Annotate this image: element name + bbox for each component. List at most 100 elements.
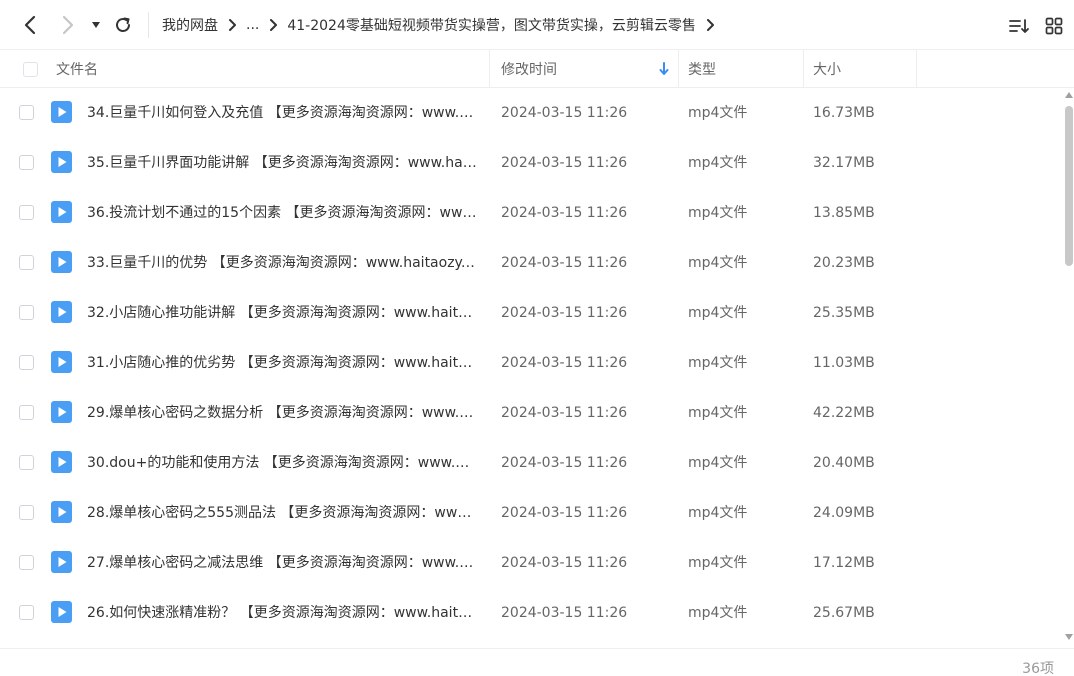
- file-row[interactable]: 29.爆单核心密码之数据分析 【更多资源海淘资源网：www.haitaozy.c…: [0, 388, 1062, 438]
- video-file-icon: [51, 301, 72, 323]
- row-checkbox[interactable]: [19, 605, 34, 620]
- select-all-checkbox[interactable]: [23, 61, 38, 77]
- file-type: mp4文件: [688, 205, 748, 221]
- column-divider: [489, 50, 490, 88]
- file-modified-date: 2024-03-15 11:26: [501, 305, 628, 321]
- item-count: 36项: [1022, 661, 1054, 676]
- file-name[interactable]: 35.巨量千川界面功能讲解 【更多资源海淘资源网：www.haitaozy.co…: [87, 138, 477, 188]
- file-name[interactable]: 33.巨量千川的优势 【更多资源海淘资源网：www.haitaozy.com】.…: [87, 238, 477, 288]
- row-checkbox[interactable]: [19, 455, 34, 470]
- row-checkbox[interactable]: [19, 105, 34, 120]
- file-name[interactable]: 29.爆单核心密码之数据分析 【更多资源海淘资源网：www.haitaozy.c…: [87, 388, 477, 438]
- file-type: mp4文件: [688, 155, 748, 171]
- sort-direction-icon: [659, 50, 669, 88]
- back-button[interactable]: [18, 13, 42, 37]
- file-row[interactable]: 26.如何快速涨精准粉？ 【更多资源海淘资源网：www.haitaozy.com…: [0, 588, 1062, 638]
- row-checkbox[interactable]: [19, 405, 34, 420]
- file-size: 25.35MB: [813, 305, 875, 321]
- video-file-icon: [51, 551, 72, 573]
- file-size: 13.85MB: [813, 205, 875, 221]
- file-row[interactable]: 35.巨量千川界面功能讲解 【更多资源海淘资源网：www.haitaozy.co…: [0, 138, 1062, 188]
- file-type: mp4文件: [688, 455, 748, 471]
- file-modified-date: 2024-03-15 11:26: [501, 605, 628, 621]
- column-header-size[interactable]: 大小: [813, 50, 841, 88]
- breadcrumb: 我的网盘 ... 41-2024零基础短视频带货实操营，图文带货实操，云剪辑云零…: [162, 14, 724, 36]
- caret-down-icon: [92, 22, 100, 28]
- video-file-icon: [51, 451, 72, 473]
- row-checkbox[interactable]: [19, 255, 34, 270]
- file-size: 25.67MB: [813, 605, 875, 621]
- column-divider: [803, 50, 804, 88]
- file-type: mp4文件: [688, 105, 748, 121]
- vertical-scrollbar[interactable]: [1064, 92, 1074, 640]
- file-size: 11.03MB: [813, 355, 875, 371]
- breadcrumb-separator-icon: [269, 19, 278, 31]
- file-row[interactable]: 34.巨量千川如何登入及充值 【更多资源海淘资源网：www.haitaozy.c…: [0, 88, 1062, 138]
- video-file-icon: [51, 501, 72, 523]
- file-name[interactable]: 28.爆单核心密码之555测品法 【更多资源海淘资源网：www.haitaozy…: [87, 488, 477, 538]
- breadcrumb-root[interactable]: 我的网盘: [162, 15, 218, 35]
- file-modified-date: 2024-03-15 11:26: [501, 405, 628, 421]
- file-size: 20.40MB: [813, 455, 875, 471]
- file-size: 16.73MB: [813, 105, 875, 121]
- chevron-left-icon: [24, 15, 36, 35]
- row-checkbox[interactable]: [19, 155, 34, 170]
- video-file-icon: [51, 351, 72, 373]
- grid-view-button[interactable]: [1043, 15, 1065, 37]
- file-list: 34.巨量千川如何登入及充值 【更多资源海淘资源网：www.haitaozy.c…: [0, 88, 1062, 638]
- file-row[interactable]: 36.投流计划不通过的15个因素 【更多资源海淘资源网：www.haitaozy…: [0, 188, 1062, 238]
- sort-button[interactable]: [1008, 15, 1030, 37]
- file-type: mp4文件: [688, 305, 748, 321]
- file-size: 24.09MB: [813, 505, 875, 521]
- file-row[interactable]: 30.dou+的功能和使用方法 【更多资源海淘资源网：www.haitaozy.…: [0, 438, 1062, 488]
- column-header-modified[interactable]: 修改时间: [501, 50, 557, 88]
- column-header-name[interactable]: 文件名: [56, 50, 98, 88]
- file-name[interactable]: 31.小店随心推的优劣势 【更多资源海淘资源网：www.haitaozy.com…: [87, 338, 477, 388]
- row-checkbox[interactable]: [19, 205, 34, 220]
- file-modified-date: 2024-03-15 11:26: [501, 505, 628, 521]
- scrollbar-thumb[interactable]: [1065, 106, 1073, 266]
- column-divider: [916, 50, 917, 88]
- select-all-checkbox-cell: [23, 50, 38, 88]
- status-bar: 36项: [0, 648, 1074, 676]
- file-name[interactable]: 36.投流计划不通过的15个因素 【更多资源海淘资源网：www.haitaozy…: [87, 188, 477, 238]
- video-file-icon: [51, 601, 72, 623]
- breadcrumb-current-folder[interactable]: 41-2024零基础短视频带货实操营，图文带货实操，云剪辑云零售: [287, 15, 696, 35]
- breadcrumb-ellipsis[interactable]: ...: [246, 17, 259, 33]
- scroll-down-arrow-icon[interactable]: [1065, 634, 1073, 640]
- file-size: 32.17MB: [813, 155, 875, 171]
- chevron-right-icon: [62, 15, 74, 35]
- file-name[interactable]: 34.巨量千川如何登入及充值 【更多资源海淘资源网：www.haitaozy.c…: [87, 88, 477, 138]
- history-dropdown-button[interactable]: [86, 13, 106, 37]
- file-name[interactable]: 27.爆单核心密码之减法思维 【更多资源海淘资源网：www.haitaozy.c…: [87, 538, 477, 588]
- file-type: mp4文件: [688, 405, 748, 421]
- file-modified-date: 2024-03-15 11:26: [501, 555, 628, 571]
- refresh-button[interactable]: [111, 13, 135, 37]
- file-size: 20.23MB: [813, 255, 875, 271]
- video-file-icon: [51, 201, 72, 223]
- file-modified-date: 2024-03-15 11:26: [501, 355, 628, 371]
- file-row[interactable]: 28.爆单核心密码之555测品法 【更多资源海淘资源网：www.haitaozy…: [0, 488, 1062, 538]
- file-type: mp4文件: [688, 355, 748, 371]
- forward-button[interactable]: [56, 13, 80, 37]
- file-modified-date: 2024-03-15 11:26: [501, 455, 628, 471]
- row-checkbox[interactable]: [19, 355, 34, 370]
- row-checkbox[interactable]: [19, 555, 34, 570]
- column-header-type[interactable]: 类型: [688, 50, 716, 88]
- file-size: 17.12MB: [813, 555, 875, 571]
- scroll-up-arrow-icon[interactable]: [1065, 92, 1073, 98]
- row-checkbox[interactable]: [19, 305, 34, 320]
- file-row[interactable]: 32.小店随心推功能讲解 【更多资源海淘资源网：www.haitaozy.com…: [0, 288, 1062, 338]
- toolbar: 我的网盘 ... 41-2024零基础短视频带货实操营，图文带货实操，云剪辑云零…: [0, 0, 1074, 50]
- video-file-icon: [51, 251, 72, 273]
- file-name[interactable]: 32.小店随心推功能讲解 【更多资源海淘资源网：www.haitaozy.com…: [87, 288, 477, 338]
- file-row[interactable]: 31.小店随心推的优劣势 【更多资源海淘资源网：www.haitaozy.com…: [0, 338, 1062, 388]
- file-name[interactable]: 30.dou+的功能和使用方法 【更多资源海淘资源网：www.haitaozy.…: [87, 438, 477, 488]
- file-modified-date: 2024-03-15 11:26: [501, 255, 628, 271]
- file-list-header: 文件名 修改时间 类型 大小: [0, 50, 1074, 88]
- file-row[interactable]: 27.爆单核心密码之减法思维 【更多资源海淘资源网：www.haitaozy.c…: [0, 538, 1062, 588]
- row-checkbox[interactable]: [19, 505, 34, 520]
- file-row[interactable]: 33.巨量千川的优势 【更多资源海淘资源网：www.haitaozy.com】.…: [0, 238, 1062, 288]
- file-name[interactable]: 26.如何快速涨精准粉？ 【更多资源海淘资源网：www.haitaozy.com…: [87, 588, 477, 638]
- refresh-icon: [116, 17, 130, 32]
